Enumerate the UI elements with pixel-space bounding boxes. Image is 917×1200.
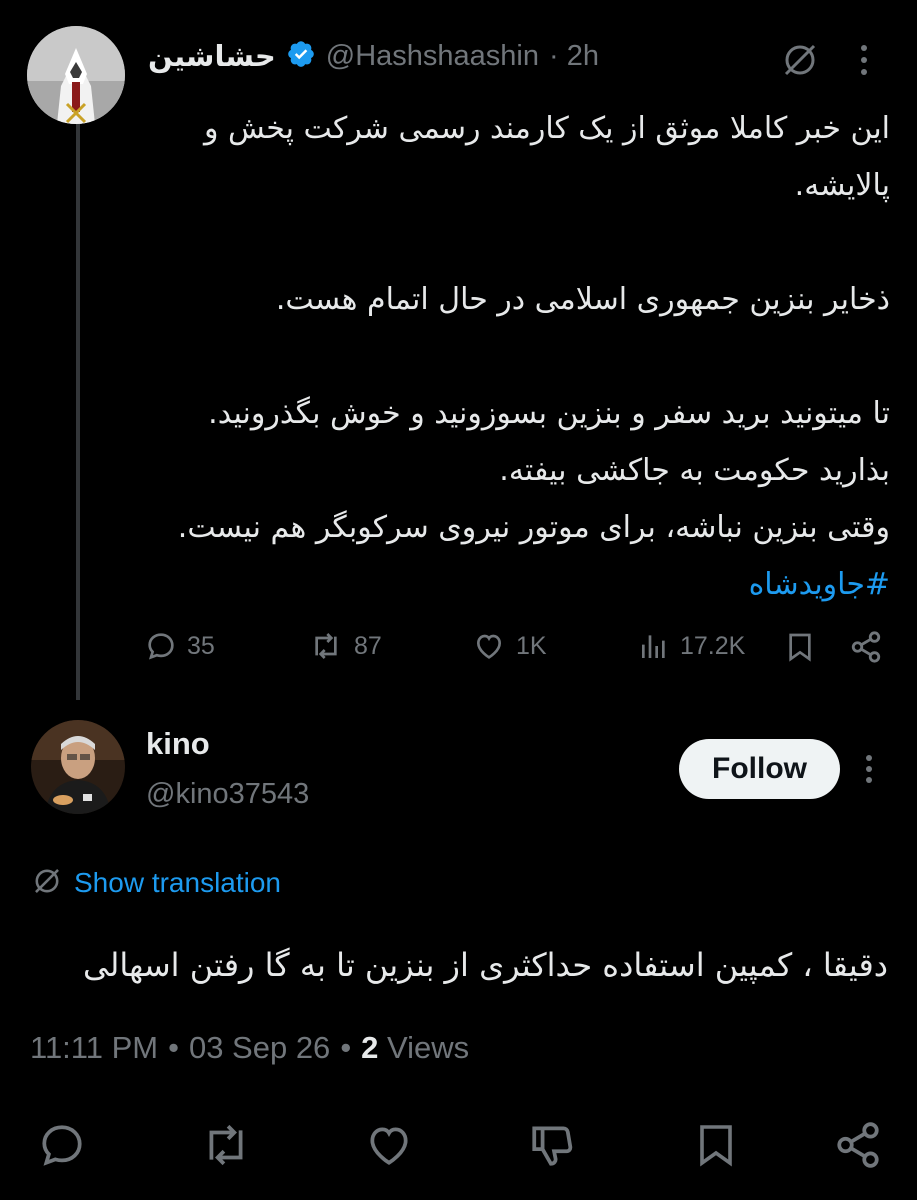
- reply-icon[interactable]: [36, 1120, 88, 1174]
- like-action[interactable]: 1K: [472, 630, 547, 662]
- tweet-line: [160, 214, 890, 271]
- reply-action[interactable]: 35: [145, 630, 215, 662]
- avatar-kino[interactable]: [31, 720, 125, 814]
- verified-badge-icon: [286, 39, 316, 73]
- reply-handle[interactable]: @kino37543: [146, 778, 309, 811]
- like-icon[interactable]: [362, 1120, 416, 1174]
- reply-views-label: Views: [387, 1030, 470, 1065]
- reply-icon: [145, 630, 177, 662]
- tweet-line: این خبر کاملا موثق از یک کارمند رسمی شرک…: [203, 111, 890, 146]
- tweet-line: تا میتونید برید سفر و بنزین بسوزونید و خ…: [208, 396, 890, 431]
- views-action[interactable]: 17.2K: [638, 630, 745, 662]
- follow-button[interactable]: Follow: [679, 739, 840, 799]
- reply-text: دقیقا ، کمپین استفاده حداکثری از بنزین ت…: [82, 946, 888, 984]
- repost-action[interactable]: 87: [308, 630, 382, 662]
- repost-count: 87: [354, 631, 382, 660]
- bookmark-icon[interactable]: [692, 1120, 740, 1174]
- tweet-body: این خبر کاملا موثق از یک کارمند رسمی شرک…: [160, 100, 890, 613]
- reply-timestamp: 11:11 PM: [30, 1030, 159, 1065]
- tweet-line: [160, 328, 890, 385]
- like-count: 1K: [516, 631, 547, 660]
- reply-date: 03 Sep 26: [188, 1030, 331, 1065]
- author-display-name[interactable]: حشاشین: [148, 39, 276, 73]
- bookmark-icon[interactable]: [784, 630, 816, 668]
- reply-views-count: 2: [361, 1030, 379, 1065]
- dislike-icon[interactable]: [526, 1120, 580, 1174]
- views-count: 17.2K: [680, 631, 746, 660]
- share-icon[interactable]: [832, 1120, 884, 1174]
- tweet-time: · 2h: [549, 39, 599, 72]
- tweet-line: وقتی بنزین نباشه، برای موتور نیروی سرکوب…: [177, 510, 890, 545]
- share-icon[interactable]: [848, 630, 884, 668]
- tweet-line: ذخایر بنزین جمهوری اسلامی در حال اتمام ه…: [275, 282, 890, 317]
- views-chart-icon: [638, 630, 670, 662]
- reply-display-name[interactable]: kino: [146, 726, 210, 762]
- more-vertical-icon[interactable]: [862, 752, 876, 790]
- meta-separator: •: [168, 1030, 179, 1065]
- tweet-line: بذارید حکومت به جاکشی بیفته.: [499, 453, 890, 488]
- avatar-hashshaashin[interactable]: [27, 26, 125, 124]
- thread-connector-line: [76, 122, 80, 700]
- author-handle[interactable]: @Hashshaashin: [326, 40, 539, 73]
- meta-separator: •: [340, 1030, 352, 1065]
- translate-icon: [30, 864, 64, 902]
- reply-count: 35: [187, 631, 215, 660]
- like-icon: [472, 630, 506, 662]
- repost-icon: [308, 630, 344, 662]
- repost-icon[interactable]: [198, 1120, 254, 1174]
- hashtag-link[interactable]: #جاویدشاه: [160, 556, 890, 613]
- tweet-line: پالایشه.: [794, 168, 890, 203]
- more-vertical-icon[interactable]: [856, 42, 872, 82]
- grok-icon[interactable]: [780, 40, 820, 84]
- show-translation-link[interactable]: Show translation: [74, 867, 281, 899]
